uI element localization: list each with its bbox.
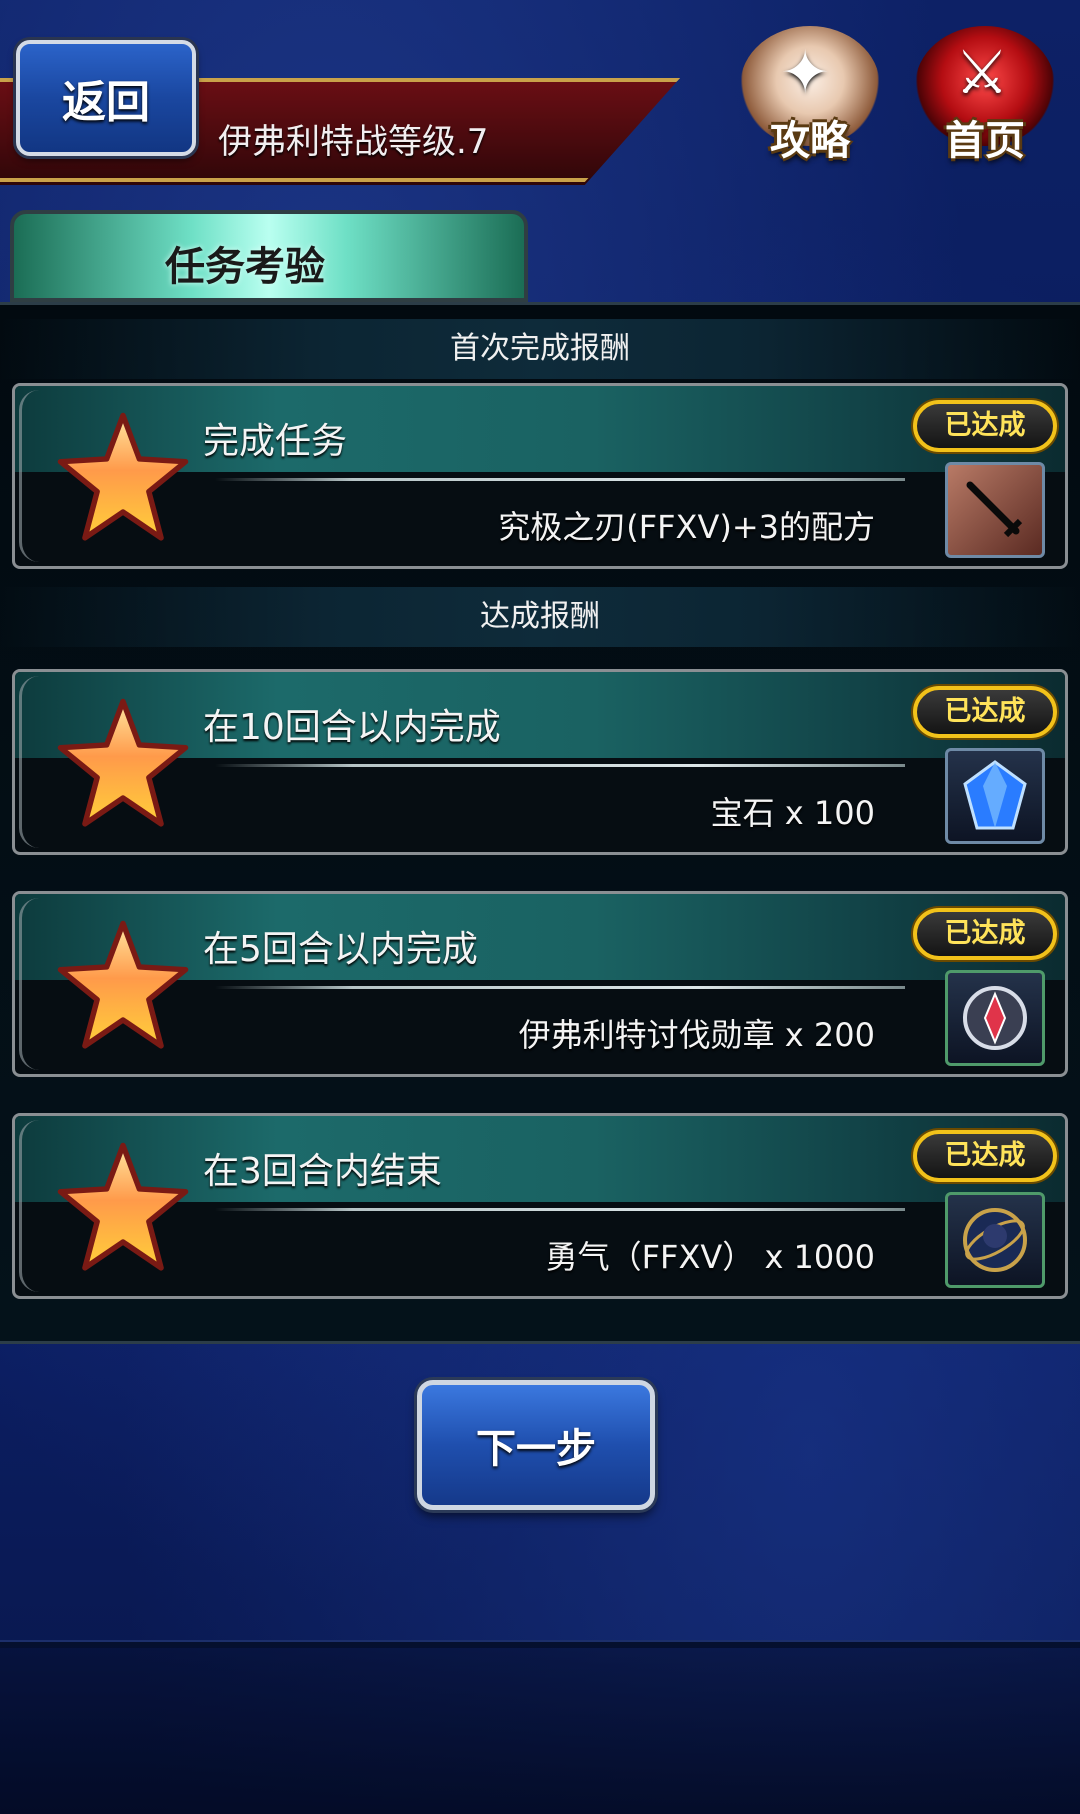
sword-silhouette-icon	[966, 481, 1023, 538]
section-first-clear: 首次完成报酬	[0, 319, 1080, 379]
achieved-badge: 已达成	[913, 1130, 1057, 1182]
medal-icon[interactable]	[945, 970, 1045, 1066]
moogle-glyph-icon: ✦	[780, 38, 831, 108]
bottom-area	[0, 1646, 1080, 1814]
mission-reward: 勇气（FFXV） x 1000	[545, 1238, 875, 1276]
mission-reward: 宝石 x 100	[710, 794, 875, 832]
home-button[interactable]: ⚔ 首页	[905, 20, 1065, 180]
achieved-badge: 已达成	[913, 686, 1057, 738]
mission-divider	[215, 986, 905, 989]
guide-button[interactable]: ✦ 攻略	[730, 20, 890, 180]
home-label: 首页	[945, 118, 1025, 164]
ifrit-medal-icon	[963, 986, 1027, 1050]
gem-icon[interactable]	[945, 748, 1045, 844]
mission-divider	[215, 764, 905, 767]
achieved-badge: 已达成	[913, 908, 1057, 960]
mission-row: 在5回合以内完成 伊弗利特讨伐勋章 x 200 已达成	[12, 891, 1068, 1077]
mission-title: 在10回合以内完成	[203, 707, 501, 748]
back-button[interactable]: 返回	[16, 40, 196, 156]
stage-title: 伊弗利特战等级.7	[218, 122, 489, 162]
mission-title: 完成任务	[203, 421, 348, 462]
star-icon	[57, 920, 189, 1049]
next-button[interactable]: 下一步	[417, 1380, 655, 1510]
tab-mission-trial[interactable]: 任务考验	[10, 210, 528, 302]
mission-title: 在5回合以内完成	[203, 929, 478, 970]
mission-row: 完成任务 究极之刃(FFXV)+3的配方 已达成	[12, 383, 1068, 569]
character-token-icon[interactable]	[945, 1192, 1045, 1288]
recipe-icon[interactable]	[945, 462, 1045, 558]
mission-row: 在10回合以内完成 宝石 x 100 已达成	[12, 669, 1068, 855]
star-icon	[57, 1142, 189, 1271]
mission-panel: 首次完成报酬 完成任务 究极之刃(FFXV)+3的配方 已达成 达成报酬 在10…	[0, 302, 1080, 1344]
guide-label: 攻略	[770, 118, 850, 164]
mission-reward: 伊弗利特讨伐勋章 x 200	[518, 1016, 875, 1054]
mission-reward: 究极之刃(FFXV)+3的配方	[498, 508, 875, 546]
tab-label: 任务考验	[165, 244, 325, 290]
mission-row: 在3回合内结束 勇气（FFXV） x 1000 已达成	[12, 1113, 1068, 1299]
section-achievement: 达成报酬	[0, 587, 1080, 647]
sword-glyph-icon: ⚔	[955, 38, 1009, 108]
mission-title: 在3回合内结束	[203, 1151, 442, 1192]
star-icon	[57, 412, 189, 541]
star-icon	[57, 698, 189, 827]
mission-divider	[215, 1208, 905, 1211]
blue-gem-icon	[963, 760, 1027, 830]
mission-divider	[215, 478, 905, 481]
brave-token-icon	[963, 1208, 1027, 1272]
achieved-badge: 已达成	[913, 400, 1057, 452]
